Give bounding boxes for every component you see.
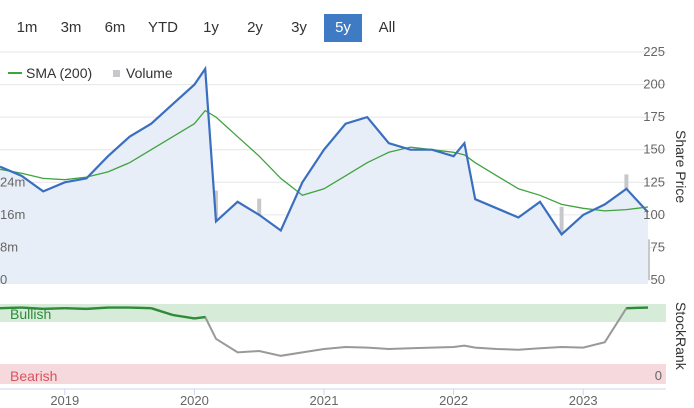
volume-tick-label: 24m [0,175,25,190]
stockrank-bullish-segment [129,306,152,310]
stockrank-bullish-segment [21,306,44,311]
volume-tick-label: 16m [0,207,25,222]
bearish-band [0,364,666,384]
price-tick-label: 200 [643,77,665,92]
price-tick-label: 50 [651,272,665,287]
volume-tick-label: 8m [0,240,18,255]
legend: SMA (200) Volume [8,65,173,81]
stockrank-bullish-segment [64,307,87,311]
stockrank-tick-0: 0 [655,368,662,383]
stockrank-bullish-segment [626,306,649,310]
x-tick-label: 2023 [569,393,598,408]
stockrank-bullish-segment [43,307,65,311]
price-tick-label: 100 [643,207,665,222]
legend-volume-swatch [113,70,120,77]
stockrank-bullish-segment [194,315,206,320]
stockrank-bullish-segment [86,306,109,311]
x-tick-label: 2021 [310,393,339,408]
bullish-band [0,304,666,322]
x-axis-ticks: 2019 2020 2021 2022 2023 [50,389,598,408]
bearish-label: Bearish [10,368,57,384]
stockrank-bullish-segment [0,306,22,310]
x-tick-label: 2022 [439,393,468,408]
x-tick-label: 2020 [180,393,209,408]
volume-tick-label: 0 [0,272,7,287]
price-tick-label: 175 [643,109,665,124]
x-tick-label: 2019 [50,393,79,408]
legend-volume-label: Volume [126,65,173,81]
price-axis-title: Share Price [673,130,689,203]
price-tick-label: 125 [643,174,665,189]
legend-sma-label: SMA (200) [26,65,92,81]
stockrank-axis-title: StockRank [673,302,689,371]
price-tick-label: 75 [651,239,665,254]
price-tick-label: 150 [643,142,665,157]
price-tick-label: 225 [643,44,665,59]
stock-chart: SMA (200) Volume 2252001751501251007550 … [0,44,689,408]
price-area [0,68,648,285]
